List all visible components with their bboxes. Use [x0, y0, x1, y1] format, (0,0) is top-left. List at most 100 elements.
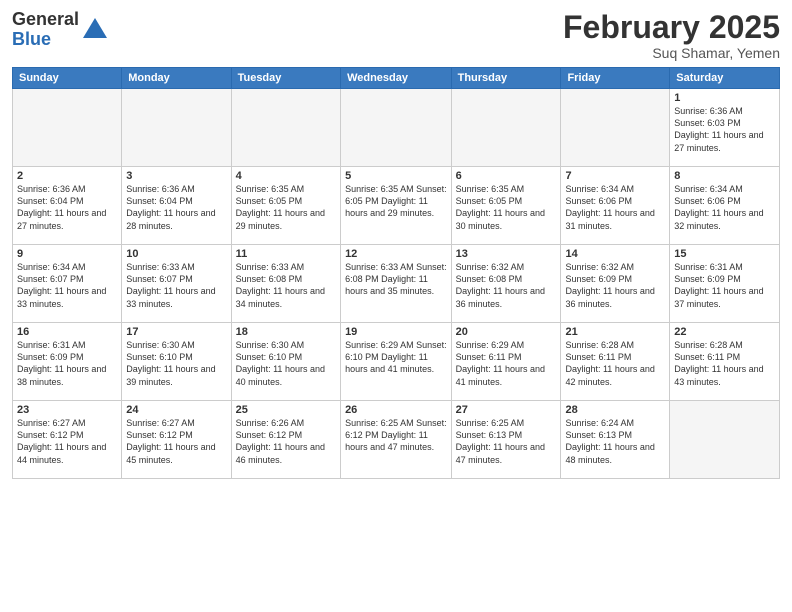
day-cell [122, 89, 231, 167]
day-number: 14 [565, 248, 665, 260]
day-number: 1 [674, 92, 775, 104]
day-info: Sunrise: 6:31 AM Sunset: 6:09 PM Dayligh… [17, 339, 117, 388]
week-row-0: 1Sunrise: 6:36 AM Sunset: 6:03 PM Daylig… [13, 89, 780, 167]
weekday-header-saturday: Saturday [670, 68, 780, 89]
day-info: Sunrise: 6:28 AM Sunset: 6:11 PM Dayligh… [674, 339, 775, 388]
day-cell: 14Sunrise: 6:32 AM Sunset: 6:09 PM Dayli… [561, 245, 670, 323]
week-row-4: 23Sunrise: 6:27 AM Sunset: 6:12 PM Dayli… [13, 401, 780, 479]
day-cell: 7Sunrise: 6:34 AM Sunset: 6:06 PM Daylig… [561, 167, 670, 245]
day-cell: 1Sunrise: 6:36 AM Sunset: 6:03 PM Daylig… [670, 89, 780, 167]
day-info: Sunrise: 6:31 AM Sunset: 6:09 PM Dayligh… [674, 261, 775, 310]
day-cell: 27Sunrise: 6:25 AM Sunset: 6:13 PM Dayli… [451, 401, 561, 479]
day-cell: 6Sunrise: 6:35 AM Sunset: 6:05 PM Daylig… [451, 167, 561, 245]
day-number: 17 [126, 326, 226, 338]
day-cell: 3Sunrise: 6:36 AM Sunset: 6:04 PM Daylig… [122, 167, 231, 245]
day-info: Sunrise: 6:36 AM Sunset: 6:03 PM Dayligh… [674, 105, 775, 154]
day-cell: 18Sunrise: 6:30 AM Sunset: 6:10 PM Dayli… [231, 323, 340, 401]
day-info: Sunrise: 6:33 AM Sunset: 6:07 PM Dayligh… [126, 261, 226, 310]
day-cell [231, 89, 340, 167]
day-number: 21 [565, 326, 665, 338]
day-info: Sunrise: 6:32 AM Sunset: 6:09 PM Dayligh… [565, 261, 665, 310]
day-info: Sunrise: 6:26 AM Sunset: 6:12 PM Dayligh… [236, 417, 336, 466]
day-cell: 16Sunrise: 6:31 AM Sunset: 6:09 PM Dayli… [13, 323, 122, 401]
day-cell: 22Sunrise: 6:28 AM Sunset: 6:11 PM Dayli… [670, 323, 780, 401]
day-cell: 23Sunrise: 6:27 AM Sunset: 6:12 PM Dayli… [13, 401, 122, 479]
weekday-header-sunday: Sunday [13, 68, 122, 89]
day-cell: 25Sunrise: 6:26 AM Sunset: 6:12 PM Dayli… [231, 401, 340, 479]
day-info: Sunrise: 6:36 AM Sunset: 6:04 PM Dayligh… [17, 183, 117, 232]
day-cell: 19Sunrise: 6:29 AM Sunset: 6:10 PM Dayli… [341, 323, 452, 401]
day-number: 18 [236, 326, 336, 338]
location: Suq Shamar, Yemen [563, 45, 780, 61]
day-number: 20 [456, 326, 557, 338]
day-number: 6 [456, 170, 557, 182]
weekday-header-wednesday: Wednesday [341, 68, 452, 89]
day-cell: 10Sunrise: 6:33 AM Sunset: 6:07 PM Dayli… [122, 245, 231, 323]
day-info: Sunrise: 6:35 AM Sunset: 6:05 PM Dayligh… [456, 183, 557, 232]
day-info: Sunrise: 6:28 AM Sunset: 6:11 PM Dayligh… [565, 339, 665, 388]
day-cell [341, 89, 452, 167]
calendar: SundayMondayTuesdayWednesdayThursdayFrid… [12, 67, 780, 479]
day-number: 9 [17, 248, 117, 260]
day-number: 4 [236, 170, 336, 182]
day-cell: 9Sunrise: 6:34 AM Sunset: 6:07 PM Daylig… [13, 245, 122, 323]
day-info: Sunrise: 6:32 AM Sunset: 6:08 PM Dayligh… [456, 261, 557, 310]
day-number: 28 [565, 404, 665, 416]
day-number: 2 [17, 170, 117, 182]
day-info: Sunrise: 6:35 AM Sunset: 6:05 PM Dayligh… [236, 183, 336, 232]
day-number: 23 [17, 404, 117, 416]
day-info: Sunrise: 6:33 AM Sunset: 6:08 PM Dayligh… [236, 261, 336, 310]
day-cell: 26Sunrise: 6:25 AM Sunset: 6:12 PM Dayli… [341, 401, 452, 479]
day-cell: 5Sunrise: 6:35 AM Sunset: 6:05 PM Daylig… [341, 167, 452, 245]
week-row-3: 16Sunrise: 6:31 AM Sunset: 6:09 PM Dayli… [13, 323, 780, 401]
day-cell: 11Sunrise: 6:33 AM Sunset: 6:08 PM Dayli… [231, 245, 340, 323]
day-info: Sunrise: 6:34 AM Sunset: 6:06 PM Dayligh… [565, 183, 665, 232]
day-number: 7 [565, 170, 665, 182]
day-cell: 17Sunrise: 6:30 AM Sunset: 6:10 PM Dayli… [122, 323, 231, 401]
logo-icon [81, 16, 109, 44]
day-info: Sunrise: 6:27 AM Sunset: 6:12 PM Dayligh… [17, 417, 117, 466]
header: General Blue February 2025 Suq Shamar, Y… [12, 10, 780, 61]
day-cell: 13Sunrise: 6:32 AM Sunset: 6:08 PM Dayli… [451, 245, 561, 323]
day-cell: 12Sunrise: 6:33 AM Sunset: 6:08 PM Dayli… [341, 245, 452, 323]
day-cell: 24Sunrise: 6:27 AM Sunset: 6:12 PM Dayli… [122, 401, 231, 479]
weekday-header-thursday: Thursday [451, 68, 561, 89]
day-info: Sunrise: 6:30 AM Sunset: 6:10 PM Dayligh… [236, 339, 336, 388]
day-info: Sunrise: 6:29 AM Sunset: 6:11 PM Dayligh… [456, 339, 557, 388]
page: General Blue February 2025 Suq Shamar, Y… [0, 0, 792, 612]
day-info: Sunrise: 6:34 AM Sunset: 6:06 PM Dayligh… [674, 183, 775, 232]
day-info: Sunrise: 6:30 AM Sunset: 6:10 PM Dayligh… [126, 339, 226, 388]
day-info: Sunrise: 6:27 AM Sunset: 6:12 PM Dayligh… [126, 417, 226, 466]
day-cell: 2Sunrise: 6:36 AM Sunset: 6:04 PM Daylig… [13, 167, 122, 245]
day-info: Sunrise: 6:33 AM Sunset: 6:08 PM Dayligh… [345, 261, 447, 297]
weekday-header-friday: Friday [561, 68, 670, 89]
day-info: Sunrise: 6:24 AM Sunset: 6:13 PM Dayligh… [565, 417, 665, 466]
logo: General Blue [12, 10, 109, 50]
day-cell [451, 89, 561, 167]
day-number: 26 [345, 404, 447, 416]
day-number: 19 [345, 326, 447, 338]
day-number: 8 [674, 170, 775, 182]
day-cell [13, 89, 122, 167]
logo-text: General Blue [12, 10, 79, 50]
weekday-header-tuesday: Tuesday [231, 68, 340, 89]
weekday-header-monday: Monday [122, 68, 231, 89]
day-info: Sunrise: 6:29 AM Sunset: 6:10 PM Dayligh… [345, 339, 447, 375]
logo-blue: Blue [12, 30, 79, 50]
day-number: 22 [674, 326, 775, 338]
logo-general: General [12, 10, 79, 30]
day-number: 27 [456, 404, 557, 416]
day-number: 10 [126, 248, 226, 260]
week-row-2: 9Sunrise: 6:34 AM Sunset: 6:07 PM Daylig… [13, 245, 780, 323]
day-number: 3 [126, 170, 226, 182]
day-info: Sunrise: 6:25 AM Sunset: 6:13 PM Dayligh… [456, 417, 557, 466]
day-cell [670, 401, 780, 479]
day-info: Sunrise: 6:35 AM Sunset: 6:05 PM Dayligh… [345, 183, 447, 219]
day-info: Sunrise: 6:36 AM Sunset: 6:04 PM Dayligh… [126, 183, 226, 232]
day-cell: 28Sunrise: 6:24 AM Sunset: 6:13 PM Dayli… [561, 401, 670, 479]
day-cell: 21Sunrise: 6:28 AM Sunset: 6:11 PM Dayli… [561, 323, 670, 401]
day-cell: 15Sunrise: 6:31 AM Sunset: 6:09 PM Dayli… [670, 245, 780, 323]
day-number: 24 [126, 404, 226, 416]
day-number: 5 [345, 170, 447, 182]
day-number: 11 [236, 248, 336, 260]
